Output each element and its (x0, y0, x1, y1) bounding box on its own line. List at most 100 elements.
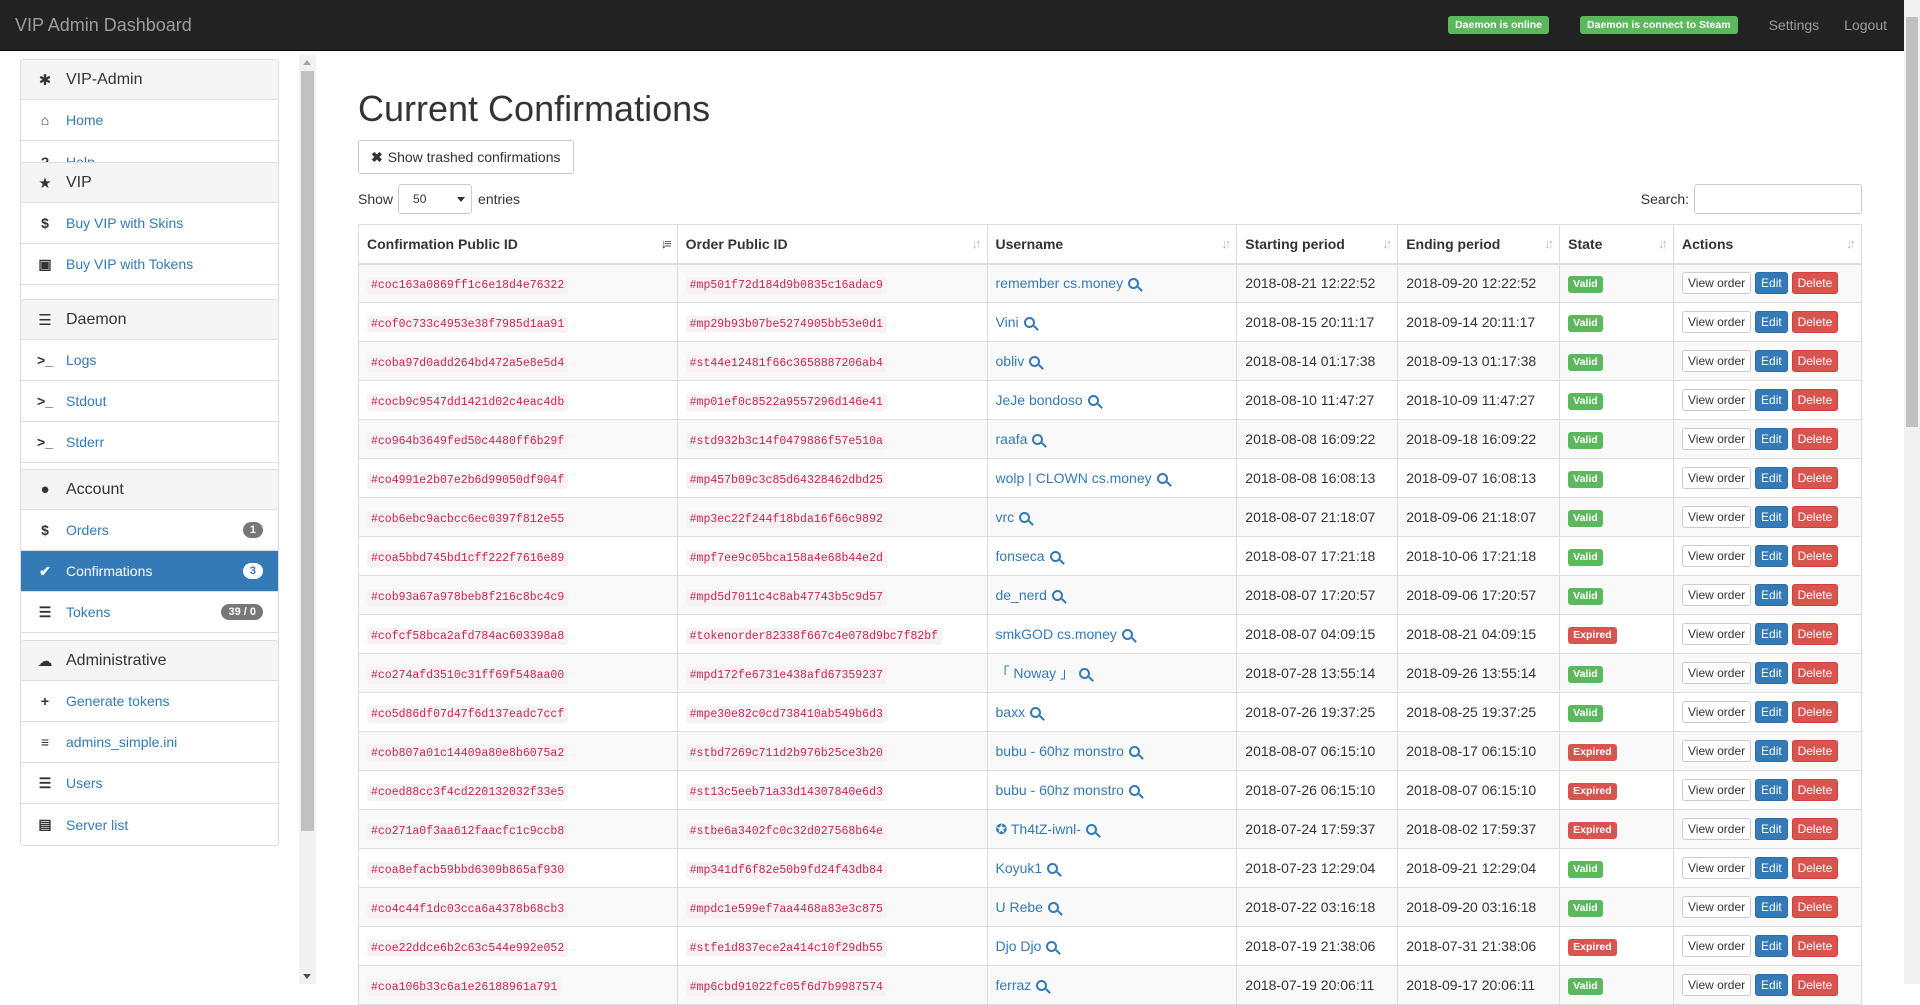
username-link[interactable]: de_nerd (996, 587, 1047, 603)
search-icon[interactable] (1087, 395, 1099, 406)
delete-button[interactable]: Delete (1791, 623, 1839, 645)
search-icon[interactable] (1051, 590, 1063, 601)
edit-button[interactable]: Edit (1755, 974, 1788, 996)
delete-button[interactable]: Delete (1791, 272, 1839, 295)
username-link[interactable]: smkGOD cs.money (996, 626, 1117, 642)
edit-button[interactable]: Edit (1755, 623, 1788, 645)
search-icon[interactable] (1019, 512, 1031, 523)
sidebar-scrollbar[interactable] (299, 55, 316, 984)
edit-button[interactable]: Edit (1755, 935, 1788, 957)
username-link[interactable]: baxx (996, 704, 1026, 720)
edit-button[interactable]: Edit (1755, 389, 1788, 411)
sidebar-item-users[interactable]: ☰ Users (21, 763, 278, 804)
column-header-ending-period[interactable]: Ending period ↓↑ (1397, 224, 1561, 265)
view-order-button[interactable]: View order (1681, 974, 1752, 996)
column-header-order-id[interactable]: Order Public ID ↓↑ (676, 224, 988, 265)
sidebar-item-orders[interactable]: $ Orders 1 (21, 510, 278, 551)
search-icon[interactable] (1047, 902, 1059, 913)
username-link[interactable]: ✪ Th4tZ-iwnl- (996, 821, 1081, 837)
search-icon[interactable] (1121, 629, 1133, 640)
delete-button[interactable]: Delete (1791, 818, 1839, 840)
sidebar-item-server-list[interactable]: ▤ Server list (21, 804, 278, 845)
delete-button[interactable]: Delete (1791, 662, 1839, 684)
delete-button[interactable]: Delete (1791, 896, 1839, 918)
view-order-button[interactable]: View order (1681, 584, 1752, 606)
view-order-button[interactable]: View order (1681, 545, 1752, 567)
search-icon[interactable] (1128, 278, 1140, 290)
page-scrollbar-thumb[interactable] (1906, 17, 1918, 427)
username-link[interactable]: remember cs.money (996, 275, 1124, 291)
search-icon[interactable] (1047, 863, 1059, 874)
username-link[interactable]: wolp | CLOWN cs.money (996, 470, 1152, 486)
edit-button[interactable]: Edit (1755, 662, 1788, 684)
view-order-button[interactable]: View order (1681, 272, 1752, 295)
edit-button[interactable]: Edit (1755, 272, 1788, 295)
username-link[interactable]: raafa (996, 431, 1028, 447)
sidebar-item-confirmations[interactable]: ✔ Confirmations 3 (21, 551, 278, 592)
column-header-state[interactable]: State ↓↑ (1559, 224, 1674, 265)
edit-button[interactable]: Edit (1755, 740, 1788, 762)
sidebar-item-stderr[interactable]: >_ Stderr (21, 422, 278, 463)
search-icon[interactable] (1049, 551, 1061, 562)
search-icon[interactable] (1085, 823, 1097, 835)
sidebar-item-buy-vip-with-skins[interactable]: $ Buy VIP with Skins (21, 203, 278, 244)
view-order-button[interactable]: View order (1681, 740, 1752, 762)
edit-button[interactable]: Edit (1755, 545, 1788, 567)
delete-button[interactable]: Delete (1791, 857, 1839, 879)
sidebar-item-stdout[interactable]: >_ Stdout (21, 381, 278, 422)
view-order-button[interactable]: View order (1681, 467, 1752, 489)
search-icon[interactable] (1023, 317, 1035, 328)
delete-button[interactable]: Delete (1791, 740, 1839, 762)
edit-button[interactable]: Edit (1755, 701, 1788, 723)
view-order-button[interactable]: View order (1681, 935, 1752, 957)
sidebar-item-buy-vip-with-tokens[interactable]: ▣ Buy VIP with Tokens (21, 244, 278, 285)
view-order-button[interactable]: View order (1681, 779, 1752, 801)
sidebar-scrollbar-thumb[interactable] (301, 71, 314, 831)
search-icon[interactable] (1030, 707, 1042, 718)
view-order-button[interactable]: View order (1681, 350, 1752, 372)
edit-button[interactable]: Edit (1755, 896, 1788, 918)
username-link[interactable]: U Rebe (996, 899, 1043, 915)
view-order-button[interactable]: View order (1681, 428, 1752, 450)
delete-button[interactable]: Delete (1791, 350, 1839, 372)
search-icon[interactable] (1156, 473, 1168, 484)
username-link[interactable]: bubu - 60hz monstro (996, 782, 1124, 798)
edit-button[interactable]: Edit (1755, 818, 1788, 840)
search-icon[interactable] (1032, 434, 1044, 445)
edit-button[interactable]: Edit (1755, 779, 1788, 801)
sidebar-item-generate-tokens[interactable]: + Generate tokens (21, 681, 278, 722)
edit-button[interactable]: Edit (1755, 350, 1788, 372)
delete-button[interactable]: Delete (1791, 779, 1839, 801)
scroll-up-arrow-icon[interactable] (303, 60, 311, 65)
view-order-button[interactable]: View order (1681, 506, 1752, 528)
search-icon[interactable] (1036, 980, 1048, 991)
delete-button[interactable]: Delete (1791, 506, 1839, 528)
entries-length-select[interactable]: 50 (398, 184, 473, 214)
view-order-button[interactable]: View order (1681, 389, 1752, 411)
delete-button[interactable]: Delete (1791, 701, 1839, 723)
view-order-button[interactable]: View order (1681, 818, 1752, 840)
username-link[interactable]: JeJe bondoso (996, 392, 1083, 408)
username-link[interactable]: ferraz (996, 977, 1032, 993)
delete-button[interactable]: Delete (1791, 467, 1839, 489)
username-link[interactable]: fonseca (996, 548, 1045, 564)
edit-button[interactable]: Edit (1755, 584, 1788, 606)
username-link[interactable]: 「 Noway 」 (996, 665, 1075, 681)
search-icon[interactable] (1029, 356, 1041, 367)
search-input[interactable] (1694, 184, 1862, 214)
username-link[interactable]: vrc (996, 509, 1015, 525)
view-order-button[interactable]: View order (1681, 857, 1752, 879)
edit-button[interactable]: Edit (1755, 428, 1788, 450)
view-order-button[interactable]: View order (1681, 311, 1752, 333)
view-order-button[interactable]: View order (1681, 662, 1752, 684)
delete-button[interactable]: Delete (1791, 974, 1839, 996)
column-header-confirmation-id[interactable]: Confirmation Public ID ↓≡ (358, 224, 678, 265)
username-link[interactable]: obliv (996, 353, 1025, 369)
sidebar-item-logs[interactable]: >_ Logs (21, 340, 278, 381)
search-icon[interactable] (1128, 746, 1140, 757)
show-trashed-button[interactable]: ✖ Show trashed confirmations (358, 140, 574, 174)
brand-title[interactable]: VIP Admin Dashboard (0, 15, 1448, 36)
search-icon[interactable] (1079, 668, 1091, 679)
delete-button[interactable]: Delete (1791, 584, 1839, 606)
delete-button[interactable]: Delete (1791, 428, 1839, 450)
